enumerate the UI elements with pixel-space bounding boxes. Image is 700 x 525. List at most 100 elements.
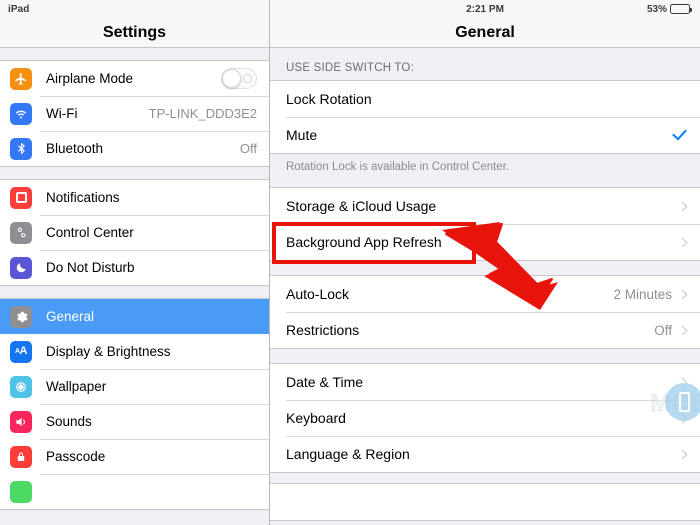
- sidebar-item-do-not-disturb[interactable]: Do Not Disturb: [0, 250, 269, 285]
- sidebar-spacer-3: [0, 286, 269, 298]
- sidebar-item-passcode[interactable]: Passcode: [0, 439, 269, 474]
- wifi-network-value: TP-LINK_DDD3E2: [148, 106, 257, 121]
- section-card-partial: [270, 483, 700, 521]
- detail-spacer-2: [270, 261, 700, 275]
- settings-sidebar: iPad Settings Airplane Mode Wi-Fi TP-LIN…: [0, 0, 270, 525]
- passcode-lock-icon: [10, 445, 32, 468]
- sidebar-item-label: Wallpaper: [46, 379, 107, 394]
- section-card-side-switch: Lock Rotation Mute: [270, 80, 700, 154]
- row-auto-lock[interactable]: Auto-Lock 2 Minutes: [270, 276, 700, 312]
- sounds-icon: [10, 410, 32, 433]
- row-label: Keyboard: [286, 410, 346, 426]
- battery-icon: [670, 4, 692, 14]
- sidebar-status-bar: iPad: [0, 0, 269, 18]
- row-label: Language & Region: [286, 446, 410, 462]
- ipad-settings-screen: iPad Settings Airplane Mode Wi-Fi TP-LIN…: [0, 0, 700, 525]
- wifi-icon: [10, 102, 32, 125]
- chevron-right-icon: [677, 449, 688, 459]
- section-card-storage: Storage & iCloud Usage Background App Re…: [270, 187, 700, 261]
- toggle-knob: [222, 69, 241, 88]
- row-background-app-refresh[interactable]: Background App Refresh: [270, 224, 700, 260]
- display-brightness-icon: AA: [10, 340, 32, 363]
- sidebar-group-connectivity: Airplane Mode Wi-Fi TP-LINK_DDD3E2 Bluet…: [0, 60, 269, 167]
- sidebar-item-wallpaper[interactable]: Wallpaper: [0, 369, 269, 404]
- row-language-region[interactable]: Language & Region: [270, 436, 700, 472]
- sidebar-item-airplane-mode[interactable]: Airplane Mode: [0, 61, 269, 96]
- row-restrictions[interactable]: Restrictions Off: [270, 312, 700, 348]
- sidebar-item-label: Airplane Mode: [46, 71, 134, 86]
- toggle-off-indicator: [243, 74, 252, 83]
- bluetooth-icon: [10, 137, 32, 160]
- sidebar-item-wifi[interactable]: Wi-Fi TP-LINK_DDD3E2: [0, 96, 269, 131]
- gear-icon: [10, 305, 32, 328]
- airplane-icon: [10, 67, 32, 90]
- sidebar-item-label: Notifications: [46, 190, 120, 205]
- sidebar-item-label: Do Not Disturb: [46, 260, 135, 275]
- checkmark-icon: [672, 125, 687, 141]
- bluetooth-state-value: Off: [239, 141, 257, 156]
- chevron-right-icon: [677, 289, 688, 299]
- sidebar-group-system: General AA Display & Brightness Wallpape…: [0, 298, 269, 510]
- device-name-label: iPad: [8, 3, 30, 15]
- sidebar-item-display-brightness[interactable]: AA Display & Brightness: [0, 334, 269, 369]
- notifications-icon: [10, 186, 32, 209]
- section-card-lock: Auto-Lock 2 Minutes Restrictions Off: [270, 275, 700, 349]
- battery-percent-label: 53%: [646, 3, 667, 15]
- battery-indicator: 53%: [646, 3, 692, 15]
- control-center-icon: [10, 221, 32, 244]
- row-lock-rotation[interactable]: Lock Rotation: [270, 81, 700, 117]
- row-label: Auto-Lock: [286, 286, 350, 302]
- row-label: Background App Refresh: [286, 234, 442, 250]
- sidebar-item-control-center[interactable]: Control Center: [0, 215, 269, 250]
- sidebar-item-label: Control Center: [46, 225, 134, 240]
- sidebar-group-alerts: Notifications Control Center Do Not Dist…: [0, 179, 269, 286]
- detail-spacer-4: [270, 473, 700, 483]
- sidebar-item-label: General: [46, 309, 95, 324]
- sidebar-spacer-2: [0, 167, 269, 179]
- status-time: 2:21 PM: [466, 3, 504, 15]
- chevron-right-icon: [677, 201, 688, 211]
- chevron-right-icon: [677, 413, 688, 423]
- sidebar-item-label: Display & Brightness: [46, 344, 171, 359]
- page-title: General: [455, 23, 515, 41]
- detail-title-bar: General: [270, 18, 700, 48]
- chevron-right-icon: [677, 377, 688, 387]
- row-storage-icloud-usage[interactable]: Storage & iCloud Usage: [270, 188, 700, 224]
- row-keyboard[interactable]: Keyboard: [270, 400, 700, 436]
- row-value: 2 Minutes: [613, 286, 672, 302]
- row-label: Restrictions: [286, 322, 360, 338]
- row-value: Off: [654, 322, 672, 338]
- airplane-mode-toggle[interactable]: [221, 68, 257, 89]
- sidebar-item-notifications[interactable]: Notifications: [0, 180, 269, 215]
- settings-title: Settings: [102, 23, 167, 41]
- row-label: Date & Time: [286, 374, 364, 390]
- sidebar-item-label: Sounds: [46, 414, 92, 429]
- detail-spacer-3: [270, 349, 700, 363]
- sidebar-item-label: Passcode: [46, 449, 106, 464]
- sidebar-item-bluetooth[interactable]: Bluetooth Off: [0, 131, 269, 166]
- sidebar-item-label: Wi-Fi: [46, 106, 78, 121]
- wallpaper-icon: [10, 375, 32, 398]
- row-label: Storage & iCloud Usage: [286, 198, 437, 214]
- row-label: Mute: [286, 127, 318, 143]
- section-footer-side-switch: Rotation Lock is available in Control Ce…: [286, 161, 510, 173]
- sidebar-item-privacy-partial[interactable]: [0, 474, 269, 509]
- row-partial[interactable]: [270, 484, 700, 520]
- moon-icon: [10, 256, 32, 279]
- sidebar-item-general[interactable]: General: [0, 299, 269, 334]
- row-label: Lock Rotation: [286, 91, 372, 107]
- chevron-right-icon: [677, 325, 688, 335]
- sidebar-spacer-1: [0, 48, 269, 60]
- section-card-locale: Date & Time Keyboard Language & Region: [270, 363, 700, 473]
- chevron-right-icon: [677, 237, 688, 247]
- general-detail-panel: 2:21 PM 53% General USE SIDE SWITCH TO: …: [270, 0, 700, 525]
- row-date-time[interactable]: Date & Time: [270, 364, 700, 400]
- sidebar-title-bar: Settings: [0, 18, 269, 48]
- detail-status-bar: 2:21 PM 53%: [270, 0, 700, 18]
- row-mute[interactable]: Mute: [270, 117, 700, 153]
- detail-spacer-1: [270, 173, 700, 187]
- sidebar-item-label: Bluetooth: [46, 141, 104, 156]
- section-header-side-switch: USE SIDE SWITCH TO:: [286, 62, 414, 74]
- sidebar-item-sounds[interactable]: Sounds: [0, 404, 269, 439]
- privacy-icon: [10, 480, 32, 503]
